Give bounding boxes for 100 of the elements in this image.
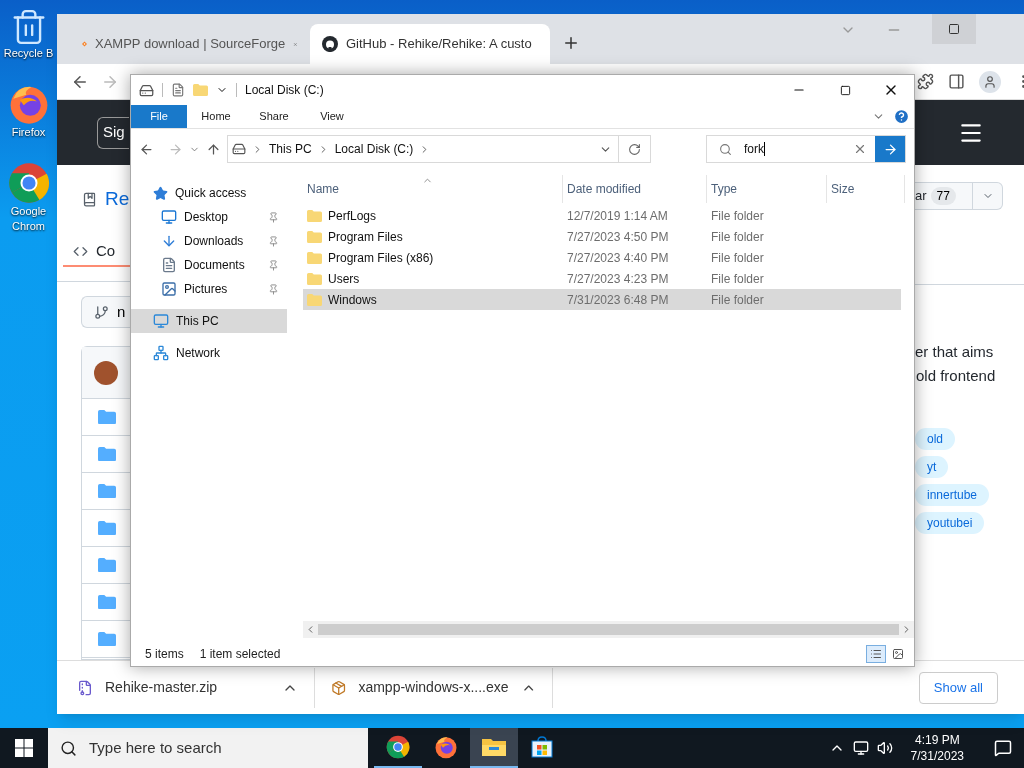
store-bag-icon[interactable] (530, 735, 554, 759)
ribbon-tab[interactable]: Home (187, 105, 245, 128)
repo-title[interactable]: Re (105, 184, 130, 214)
taskbar-app[interactable] (470, 728, 518, 768)
desktop-icon-label[interactable]: Firefox (11, 125, 46, 140)
about-text: er that aims (915, 342, 995, 362)
up-icon[interactable] (206, 141, 221, 157)
topic-tag[interactable]: old (915, 428, 955, 450)
file-type: File folder (710, 228, 765, 246)
pin-icon[interactable] (268, 235, 279, 247)
branch-icon (94, 304, 109, 320)
profile-avatar[interactable] (979, 70, 1001, 93)
topic-tag[interactable]: yt (915, 456, 949, 478)
file-row[interactable]: Program Files 7/27/2023 4:50 PM File folder (303, 226, 901, 247)
download-arrow-icon (161, 233, 177, 249)
details-view-button[interactable] (866, 645, 886, 663)
sign-in-button[interactable]: Sig (97, 116, 129, 149)
date-modified: 7/27/2023 4:50 PM (566, 228, 670, 246)
file-row[interactable]: PerfLogs 12/7/2019 1:14 AM File folder (303, 205, 901, 226)
about-text: old frontend (915, 366, 997, 386)
star-button-label[interactable]: ar (915, 186, 927, 206)
search-field[interactable]: fork (706, 135, 906, 163)
octocat-icon (322, 36, 338, 52)
ribbon-tab[interactable]: File (131, 105, 187, 128)
arrow-right-icon (882, 141, 898, 157)
nav-item[interactable]: Quick access (131, 181, 287, 205)
maximize-icon (948, 23, 960, 35)
network-status-icon[interactable] (852, 740, 869, 756)
chrome-icon[interactable] (386, 735, 410, 759)
nav-item[interactable]: Documents (131, 253, 287, 277)
breadcrumb[interactable]: Local Disk (C:) (334, 140, 414, 158)
date-modified: 7/31/2023 6:48 PM (566, 291, 670, 309)
file-row[interactable]: Program Files (x86) 7/27/2023 4:40 PM File folder (303, 247, 901, 268)
nav-item[interactable]: Pictures (131, 277, 287, 301)
help-icon[interactable] (893, 108, 910, 125)
search-icon (60, 739, 77, 757)
new-tab-icon[interactable] (562, 34, 580, 52)
tab-title: XAMPP download | SourceForge (95, 35, 286, 54)
folder-icon (98, 557, 116, 573)
search-go-button[interactable] (875, 136, 905, 162)
folder-icon (307, 272, 322, 285)
folder-icon (98, 594, 116, 610)
window-title: Local Disk (C:) (245, 82, 324, 99)
taskbar-search-field[interactable]: Type here to search (48, 728, 368, 768)
refresh-icon[interactable] (628, 142, 641, 156)
chrome-icon (7, 162, 50, 204)
file-explorer-icon[interactable] (482, 736, 506, 758)
scrollbar-thumb[interactable] (318, 624, 899, 635)
date-modified: 12/7/2019 1:14 AM (566, 207, 669, 225)
address-bar[interactable]: This PC Local Disk (C:) (227, 135, 651, 163)
column-header[interactable]: Name (303, 175, 563, 203)
clock-time[interactable]: 4:19 PM (914, 732, 960, 748)
topic-tag[interactable]: innertube (915, 484, 990, 506)
file-type: File folder (710, 207, 765, 225)
details-list-icon (870, 648, 882, 660)
avatar (94, 360, 118, 385)
file-type: File folder (710, 291, 765, 309)
ribbon-tab[interactable]: Share (245, 105, 303, 128)
show-all-button[interactable]: Show all (918, 671, 998, 704)
star-icon (153, 185, 168, 201)
nav-item[interactable]: This PC (131, 309, 287, 333)
maximize-button[interactable] (932, 14, 976, 44)
nav-item[interactable]: Downloads (131, 229, 287, 253)
folder-icon (307, 209, 322, 222)
date-modified: 7/27/2023 4:23 PM (566, 270, 670, 288)
pin-icon[interactable] (268, 259, 279, 271)
breadcrumb[interactable]: This PC (269, 140, 312, 158)
volume-icon[interactable] (876, 740, 893, 756)
folder-icon (307, 230, 322, 243)
ribbon-tab[interactable]: View (303, 105, 361, 128)
browser-tab[interactable]: GitHub - Rehike/Rehike: A custo (310, 24, 550, 64)
folder-icon (307, 251, 322, 264)
firefox-icon[interactable] (434, 735, 458, 759)
file-row[interactable]: Users 7/27/2023 4:23 PM File folder (303, 268, 901, 289)
file-name: Users (328, 270, 360, 288)
branch-button[interactable]: n (81, 296, 130, 328)
properties-icon[interactable] (171, 83, 185, 97)
nav-item[interactable]: Desktop (131, 205, 287, 229)
column-header[interactable]: Date modified (563, 175, 707, 203)
desktop-icon-label[interactable]: Recycle B (3, 46, 54, 61)
folder-icon (98, 483, 116, 499)
document-icon (161, 257, 177, 273)
notifications-icon[interactable] (994, 739, 1012, 757)
extensions-icon[interactable] (917, 73, 934, 90)
side-panel-icon[interactable] (948, 73, 965, 90)
file-row[interactable]: Windows 7/31/2023 6:48 PM File folder (303, 289, 901, 310)
drive-icon (232, 142, 246, 156)
maximize-icon (839, 84, 851, 96)
pin-icon[interactable] (268, 283, 279, 295)
back-icon[interactable] (139, 141, 154, 157)
clock-date[interactable]: 7/31/2023 (910, 748, 964, 764)
nav-item[interactable]: Network (131, 341, 287, 365)
column-header[interactable]: Type (707, 175, 827, 203)
topic-tag[interactable]: youtubei (915, 512, 985, 534)
browser-tab[interactable]: XAMPP download | SourceForge (70, 24, 310, 64)
clear-search-icon[interactable] (853, 142, 867, 156)
horizontal-scrollbar[interactable] (303, 621, 914, 638)
pin-icon[interactable] (268, 211, 279, 223)
date-modified: 7/27/2023 4:40 PM (566, 249, 670, 267)
column-header[interactable]: Size (827, 175, 905, 203)
